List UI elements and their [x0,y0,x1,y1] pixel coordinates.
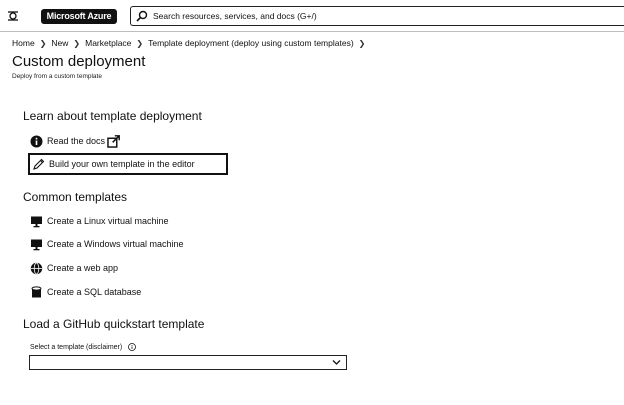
external-link-icon [107,134,120,148]
page-subtitle: Deploy from a custom template [12,73,102,80]
breadcrumb: Home ❯ New ❯ Marketplace ❯ Template depl… [12,38,370,48]
page-title: Custom deployment [12,53,146,70]
portal-menu-icon[interactable] [4,7,22,25]
template-windows-vm-link[interactable]: Create a Windows virtual machine [30,236,184,252]
template-sql-db-link[interactable]: Create a SQL database [30,284,141,300]
monitor-icon [30,238,43,251]
breadcrumb-marketplace[interactable]: Marketplace [85,38,131,48]
template-web-app-label: Create a web app [47,263,119,273]
breadcrumb-separator-icon: ❯ [73,38,81,48]
chevron-down-icon [332,360,341,365]
global-search-bar[interactable] [130,6,624,26]
database-icon [30,285,43,299]
azure-logo[interactable]: Microsoft Azure [41,9,117,24]
breadcrumb-template-deployment[interactable]: Template deployment (deploy using custom… [148,38,354,48]
learn-heading: Learn about template deployment [23,109,202,123]
template-sql-db-label: Create a SQL database [47,287,142,297]
read-docs-label: Read the docs [47,136,106,146]
template-linux-vm-label: Create a Linux virtual machine [47,216,169,226]
monitor-icon [30,215,43,228]
breadcrumb-home[interactable]: Home [12,38,35,48]
search-icon [136,10,148,22]
info-icon[interactable] [128,343,137,351]
pencil-icon [32,158,45,171]
globe-icon [30,262,43,275]
common-templates-heading: Common templates [23,190,128,204]
build-template-link[interactable]: Build your own template in the editor [28,153,228,175]
info-circle-icon [30,135,43,148]
template-linux-vm-link[interactable]: Create a Linux virtual machine [30,213,169,229]
template-windows-vm-label: Create a Windows virtual machine [47,239,184,249]
breadcrumb-new[interactable]: New [51,38,68,48]
template-select-dropdown[interactable] [29,355,347,370]
select-template-label-text: Select a template (disclaimer) [30,343,123,351]
build-template-label: Build your own template in the editor [49,159,195,169]
template-web-app-link[interactable]: Create a web app [30,260,118,276]
breadcrumb-separator-icon: ❯ [136,38,144,48]
github-heading: Load a GitHub quickstart template [23,317,205,331]
read-docs-link[interactable]: Read the docs [30,133,120,149]
select-template-label: Select a template (disclaimer) [30,343,137,351]
top-bar: Microsoft Azure [0,0,624,32]
breadcrumb-separator-icon: ❯ [39,38,47,48]
breadcrumb-separator-icon: ❯ [358,38,366,48]
global-search-input[interactable] [153,11,613,21]
